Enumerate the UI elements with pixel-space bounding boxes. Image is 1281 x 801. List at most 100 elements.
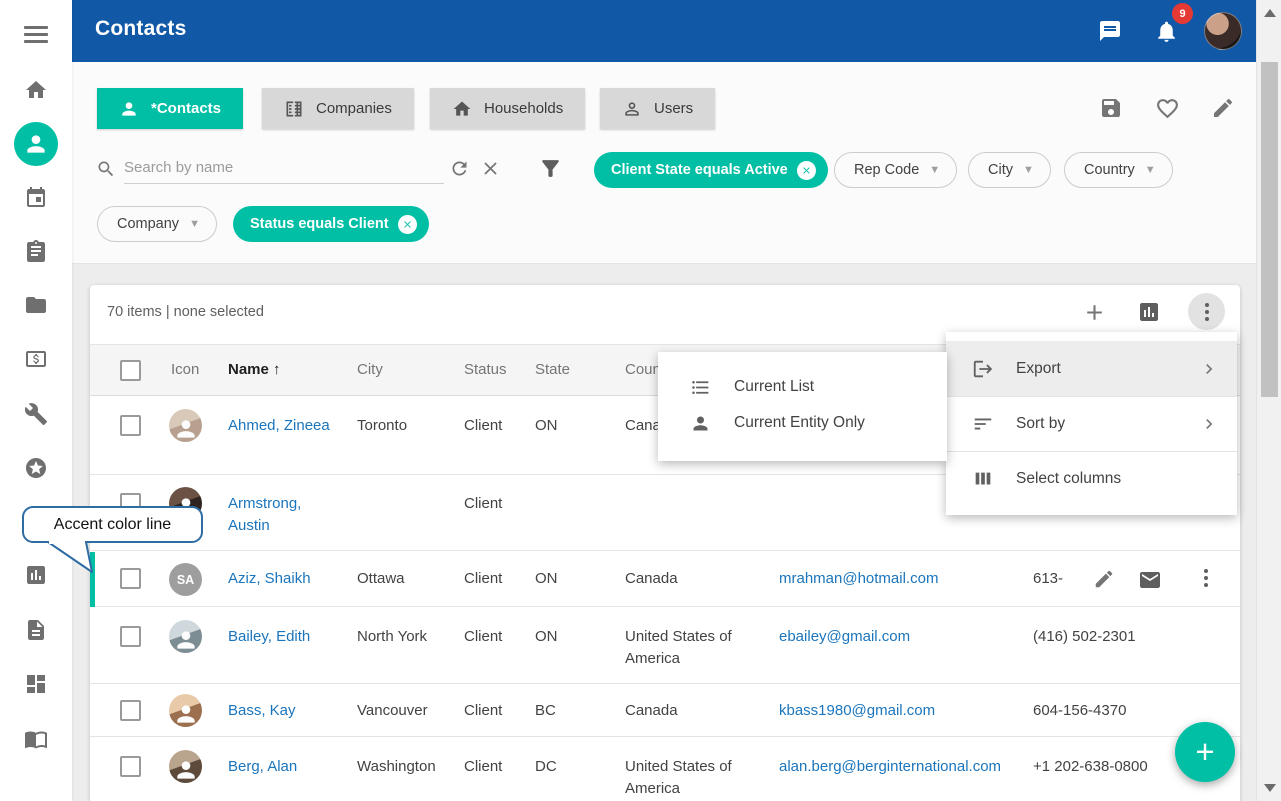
- row-checkbox[interactable]: [120, 756, 141, 777]
- email-link[interactable]: mrahman@hotmail.com: [779, 568, 1019, 590]
- select-all-checkbox[interactable]: [120, 360, 141, 381]
- column-header-state[interactable]: State: [535, 361, 570, 378]
- search-input[interactable]: [124, 152, 444, 184]
- home-icon[interactable]: [24, 78, 48, 102]
- tab-companies[interactable]: Companies: [262, 88, 414, 129]
- export-icon: [972, 358, 994, 380]
- favorite-heart-icon[interactable]: [1155, 96, 1179, 120]
- contact-name-link[interactable]: Bass, Kay: [228, 700, 340, 722]
- filter-funnel-icon[interactable]: [538, 156, 562, 180]
- billing-dollar-icon[interactable]: [24, 347, 48, 371]
- tab-contacts[interactable]: *Contacts: [97, 88, 243, 129]
- table-row[interactable]: Bass, Kay Vancouver Client BC Canada kba…: [90, 684, 1240, 737]
- filter-chip-company[interactable]: Company ▼: [97, 206, 217, 242]
- table-row-selected[interactable]: SA Aziz, Shaikh Ottawa Client ON Canada …: [90, 551, 1240, 607]
- filter-chip-status[interactable]: Status equals Client: [233, 206, 429, 242]
- menu-item-export[interactable]: Export: [946, 341, 1237, 396]
- search-icon: [96, 159, 116, 179]
- filter-chip-country[interactable]: Country ▼: [1064, 152, 1173, 188]
- dashboard-icon[interactable]: [24, 672, 48, 696]
- column-header-name[interactable]: Name ↑: [228, 361, 281, 378]
- tab-label: Households: [484, 100, 563, 117]
- remove-filter-icon[interactable]: [398, 215, 417, 234]
- cell-status: Client: [464, 756, 524, 778]
- cell-country: Canada: [625, 700, 750, 722]
- scroll-up-arrow[interactable]: [1264, 9, 1276, 17]
- email-link[interactable]: alan.berg@berginternational.com: [779, 756, 1019, 778]
- filter-chip-rep-code[interactable]: Rep Code ▼: [834, 152, 957, 188]
- column-header-city[interactable]: City: [357, 361, 383, 378]
- accent-callout-bubble: Accent color line: [22, 506, 203, 543]
- contact-name-link[interactable]: Ahmed, Zineea: [228, 415, 340, 437]
- clear-search-icon[interactable]: [480, 158, 504, 182]
- contact-name-link[interactable]: Berg, Alan: [228, 756, 340, 778]
- row-checkbox[interactable]: [120, 700, 141, 721]
- submenu-item-current-entity-only[interactable]: Current Entity Only: [658, 405, 947, 441]
- notification-badge: 9: [1172, 3, 1193, 24]
- filter-chip-city[interactable]: City ▼: [968, 152, 1051, 188]
- callout-text: Accent color line: [54, 516, 171, 534]
- cell-status: Client: [464, 568, 524, 590]
- contact-name-link[interactable]: Bailey, Edith: [228, 626, 340, 648]
- scrollbar-thumb[interactable]: [1261, 62, 1278, 397]
- calendar-icon[interactable]: [24, 185, 48, 209]
- avatar: [169, 694, 202, 727]
- cell-phone: 604-156-4370: [1033, 700, 1148, 722]
- chevron-right-icon: [1199, 414, 1219, 434]
- table-row[interactable]: Bailey, Edith North York Client ON Unite…: [90, 607, 1240, 684]
- column-header-status[interactable]: Status: [464, 361, 507, 378]
- submenu-item-current-list[interactable]: Current List: [658, 369, 947, 405]
- tab-households[interactable]: Households: [430, 88, 585, 129]
- refresh-icon[interactable]: [449, 158, 470, 182]
- cell-city: Toronto: [357, 415, 452, 437]
- row-kebab-icon[interactable]: [1204, 566, 1226, 588]
- menu-item-select-columns[interactable]: Select columns: [946, 451, 1237, 506]
- row-checkbox[interactable]: [120, 568, 141, 589]
- cell-city: Ottawa: [357, 568, 452, 590]
- export-submenu: Current List Current Entity Only: [658, 352, 947, 461]
- edit-pencil-icon[interactable]: [1093, 568, 1115, 590]
- chat-icon[interactable]: [1098, 19, 1122, 43]
- callout-tail: [40, 541, 104, 575]
- tools-wrench-icon[interactable]: [24, 402, 48, 426]
- email-link[interactable]: ebailey@gmail.com: [779, 626, 1019, 648]
- chart-view-icon[interactable]: [1137, 300, 1161, 324]
- submenu-item-label: Current List: [734, 378, 814, 396]
- more-options-button[interactable]: [1188, 293, 1225, 330]
- directory-book-icon[interactable]: [24, 727, 48, 751]
- document-icon[interactable]: [24, 618, 48, 642]
- chip-label: City: [988, 162, 1013, 178]
- menu-item-sort-by[interactable]: Sort by: [946, 396, 1237, 451]
- person-icon: [119, 99, 139, 119]
- tasks-clipboard-icon[interactable]: [24, 239, 48, 263]
- email-envelope-icon[interactable]: [1138, 568, 1160, 590]
- user-avatar[interactable]: [1204, 12, 1242, 50]
- sidebar-item-contacts[interactable]: [14, 122, 58, 166]
- scroll-down-arrow[interactable]: [1264, 784, 1276, 792]
- person-icon: [690, 413, 711, 434]
- table-row[interactable]: Berg, Alan Washington Client DC United S…: [90, 737, 1240, 801]
- tab-users[interactable]: Users: [600, 88, 715, 129]
- chevron-down-icon: ▼: [1023, 164, 1034, 176]
- add-contact-fab[interactable]: +: [1175, 722, 1235, 782]
- top-header: Contacts 9: [72, 0, 1256, 62]
- contact-name-link[interactable]: Aziz, Shaikh: [228, 568, 340, 590]
- more-options-menu: Export Sort by Select columns: [946, 332, 1237, 515]
- menu-item-label: Select columns: [1016, 470, 1121, 488]
- favorites-star-icon[interactable]: [24, 456, 48, 480]
- notifications-bell-icon[interactable]: [1154, 19, 1178, 43]
- row-checkbox[interactable]: [120, 626, 141, 647]
- chip-label: Client State equals Active: [611, 162, 788, 178]
- add-icon[interactable]: [1082, 300, 1106, 324]
- page-scrollbar[interactable]: [1256, 0, 1281, 801]
- folder-icon[interactable]: [24, 293, 48, 317]
- filter-chip-client-state[interactable]: Client State equals Active: [594, 152, 828, 188]
- save-view-icon[interactable]: [1099, 96, 1123, 120]
- edit-pencil-icon[interactable]: [1211, 96, 1235, 120]
- remove-filter-icon[interactable]: [797, 161, 816, 180]
- menu-icon[interactable]: [24, 22, 48, 46]
- row-checkbox[interactable]: [120, 415, 141, 436]
- email-link[interactable]: kbass1980@gmail.com: [779, 700, 1019, 722]
- contact-name-link[interactable]: Armstrong, Austin: [228, 493, 340, 537]
- sidebar: [0, 0, 72, 801]
